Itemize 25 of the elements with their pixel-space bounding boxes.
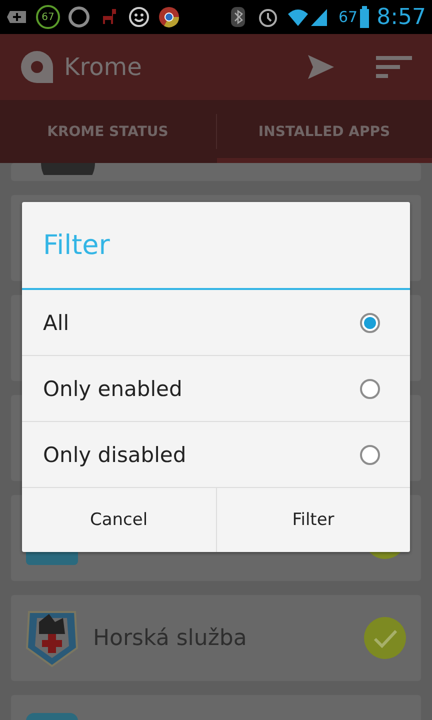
- app-icon: [41, 163, 95, 175]
- check-icon[interactable]: [363, 616, 407, 660]
- radio-button[interactable]: [360, 444, 380, 464]
- shield-icon: [25, 608, 79, 668]
- dialog-title: Filter: [43, 230, 110, 260]
- radio-button[interactable]: [360, 312, 380, 332]
- filter-option[interactable]: All: [22, 290, 410, 356]
- alarm-icon: [256, 6, 278, 28]
- dialog-button[interactable]: Filter: [216, 488, 410, 552]
- battery-badge: 67: [36, 5, 60, 29]
- dialog-button[interactable]: Cancel: [22, 488, 216, 552]
- filter-option[interactable]: Only disabled: [22, 422, 410, 488]
- app-name: Horská služba: [93, 626, 248, 650]
- battery-percent: 67: [338, 8, 358, 26]
- app-title: Krome: [64, 53, 143, 81]
- sort-icon[interactable]: [376, 56, 412, 78]
- send-icon[interactable]: [308, 55, 334, 79]
- radio-button[interactable]: [360, 378, 380, 398]
- smiley-icon: [128, 6, 150, 28]
- filter-option[interactable]: Only enabled: [22, 356, 410, 422]
- battery-icon: [360, 6, 369, 28]
- browser-icon: [158, 6, 180, 28]
- app-card[interactable]: [11, 163, 421, 181]
- app-logo-icon: [20, 50, 54, 84]
- clock-time: 8:57: [376, 4, 426, 30]
